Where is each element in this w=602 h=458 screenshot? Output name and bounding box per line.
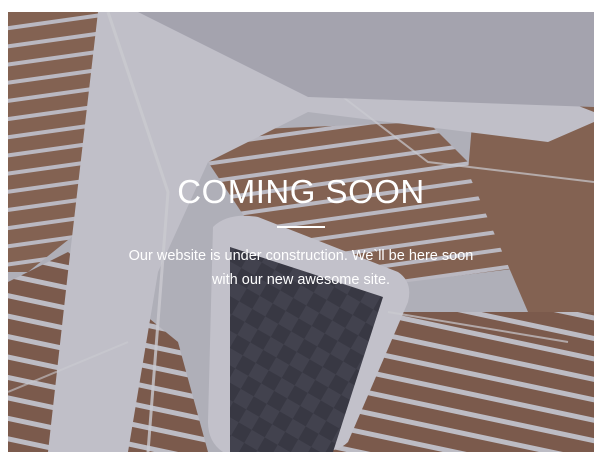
page-title: COMING SOON	[177, 173, 425, 210]
title-divider	[277, 226, 325, 228]
construction-message: Our website is under construction. We`ll…	[128, 248, 474, 288]
hero-section: COMING SOON Our website is under constru…	[8, 12, 594, 452]
coming-soon-content: COMING SOON Our website is under constru…	[8, 172, 594, 292]
